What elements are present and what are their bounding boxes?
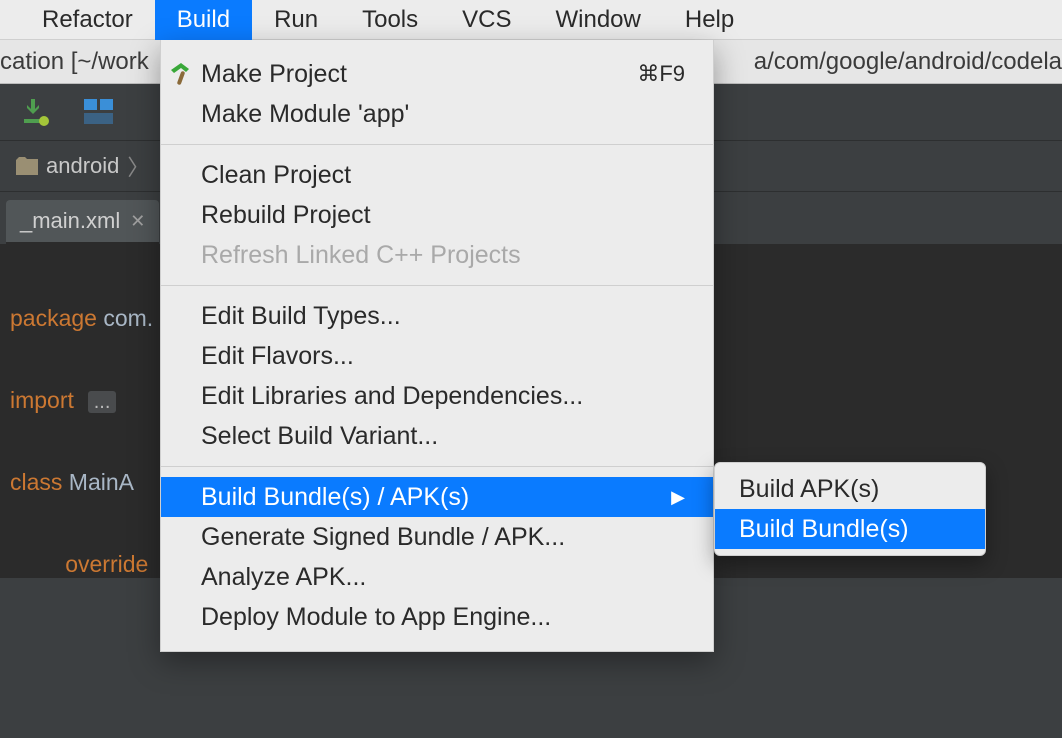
menu-separator bbox=[161, 466, 713, 467]
menubar: Refactor Build Run Tools VCS Window Help bbox=[0, 0, 1062, 40]
menu-build[interactable]: Build bbox=[155, 0, 252, 40]
menu-shortcut: ⌘F9 bbox=[637, 61, 685, 87]
fold-indicator[interactable]: ... bbox=[88, 391, 117, 413]
menu-edit-libraries[interactable]: Edit Libraries and Dependencies... bbox=[161, 376, 713, 416]
submenu-arrow-icon: ▶ bbox=[671, 487, 685, 508]
menu-item-label: Select Build Variant... bbox=[201, 422, 438, 451]
kw-override: override bbox=[65, 551, 148, 577]
tab-label: _main.xml bbox=[20, 208, 120, 234]
menu-make-module[interactable]: Make Module 'app' bbox=[161, 94, 713, 134]
menu-edit-flavors[interactable]: Edit Flavors... bbox=[161, 336, 713, 376]
folder-icon bbox=[16, 157, 38, 175]
menu-item-label: Refresh Linked C++ Projects bbox=[201, 241, 521, 270]
menu-item-label: Edit Libraries and Dependencies... bbox=[201, 382, 583, 411]
breadcrumb-android[interactable]: android 〉 bbox=[6, 146, 159, 186]
submenu-build-bundles[interactable]: Build Bundle(s) bbox=[715, 509, 985, 549]
menu-refactor[interactable]: Refactor bbox=[20, 0, 155, 40]
build-bundle-submenu: Build APK(s) Build Bundle(s) bbox=[714, 462, 986, 556]
menu-generate-signed[interactable]: Generate Signed Bundle / APK... bbox=[161, 517, 713, 557]
kw-package: package bbox=[10, 305, 97, 331]
layout-panel-icon[interactable] bbox=[84, 99, 114, 125]
menu-separator bbox=[161, 285, 713, 286]
code-text: com. bbox=[97, 305, 153, 331]
menu-item-label: Analyze APK... bbox=[201, 563, 366, 592]
submenu-build-apks[interactable]: Build APK(s) bbox=[715, 469, 985, 509]
menu-item-label: Build APK(s) bbox=[739, 475, 879, 504]
menu-item-label: Generate Signed Bundle / APK... bbox=[201, 523, 565, 552]
menu-edit-build-types[interactable]: Edit Build Types... bbox=[161, 296, 713, 336]
menu-refresh-cpp: Refresh Linked C++ Projects bbox=[161, 235, 713, 275]
menu-item-label: Build Bundle(s) / APK(s) bbox=[201, 483, 469, 512]
menu-item-label: Build Bundle(s) bbox=[739, 515, 909, 544]
menu-tools[interactable]: Tools bbox=[340, 0, 440, 40]
menu-separator bbox=[161, 144, 713, 145]
close-icon[interactable]: ✕ bbox=[130, 211, 145, 232]
menu-clean-project[interactable]: Clean Project bbox=[161, 155, 713, 195]
code-text: MainA bbox=[62, 469, 134, 495]
menu-analyze-apk[interactable]: Analyze APK... bbox=[161, 557, 713, 597]
menu-item-label: Edit Build Types... bbox=[201, 302, 401, 331]
download-android-icon[interactable] bbox=[20, 97, 50, 127]
menu-item-label: Deploy Module to App Engine... bbox=[201, 603, 551, 632]
menu-window[interactable]: Window bbox=[534, 0, 663, 40]
menu-build-bundles-apks[interactable]: Build Bundle(s) / APK(s) ▶ bbox=[161, 477, 713, 517]
menu-vcs[interactable]: VCS bbox=[440, 0, 533, 40]
menu-help[interactable]: Help bbox=[663, 0, 756, 40]
breadcrumb-label: android bbox=[46, 153, 119, 179]
hammer-icon bbox=[167, 60, 195, 95]
menu-item-label: Make Project bbox=[201, 60, 347, 89]
menu-deploy-app-engine[interactable]: Deploy Module to App Engine... bbox=[161, 597, 713, 637]
menu-rebuild-project[interactable]: Rebuild Project bbox=[161, 195, 713, 235]
kw-class: class bbox=[10, 469, 62, 495]
menu-item-label: Edit Flavors... bbox=[201, 342, 354, 371]
kw-import: import bbox=[10, 387, 74, 413]
menu-item-label: Make Module 'app' bbox=[201, 100, 409, 129]
path-left-fragment: cation [~/work bbox=[0, 48, 149, 76]
menu-run[interactable]: Run bbox=[252, 0, 340, 40]
menu-select-build-variant[interactable]: Select Build Variant... bbox=[161, 416, 713, 456]
menu-item-label: Rebuild Project bbox=[201, 201, 371, 230]
path-right-fragment: a/com/google/android/codela bbox=[754, 48, 1062, 76]
menu-item-label: Clean Project bbox=[201, 161, 351, 190]
tab-main-xml[interactable]: _main.xml ✕ bbox=[6, 200, 159, 244]
menu-make-project[interactable]: Make Project ⌘F9 bbox=[161, 54, 713, 94]
build-menu-dropdown: Make Project ⌘F9 Make Module 'app' Clean… bbox=[160, 40, 714, 652]
